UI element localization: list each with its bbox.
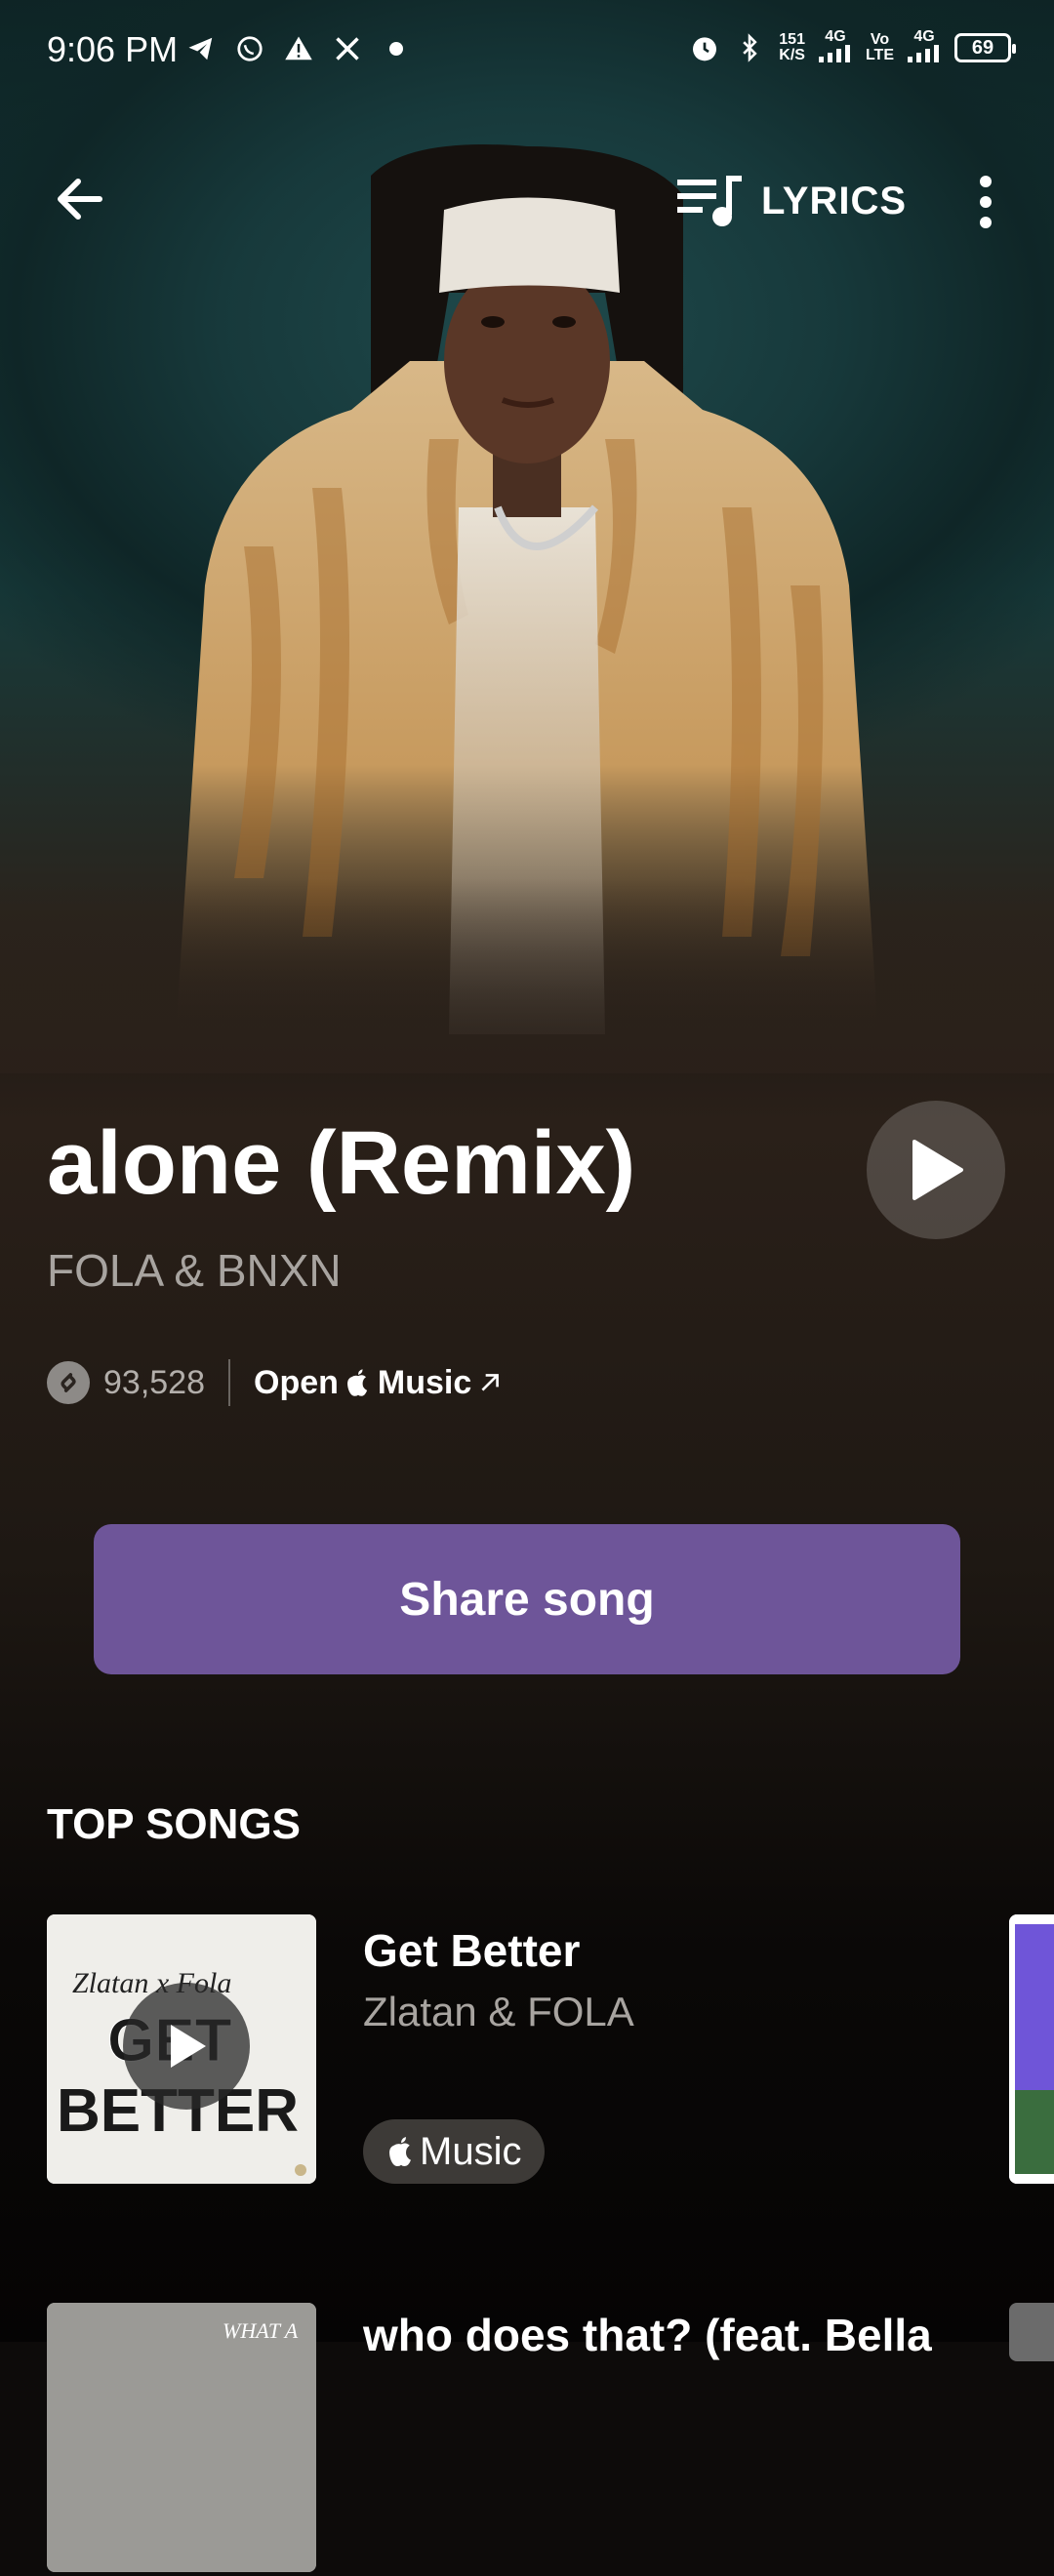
list-item[interactable]: Zlatan x Fola GET BETTER Get Better Zlat… (47, 1914, 1054, 2188)
open-label: Open (254, 1363, 339, 1401)
preview-play-button[interactable] (123, 1983, 250, 2110)
track-artist[interactable]: FOLA & BNXN (47, 1244, 342, 1297)
sim2-signal: 4G (908, 29, 941, 66)
list-item[interactable]: WHAT A who does that? (feat. Bella (47, 2303, 1054, 2576)
music-label: Music (377, 1363, 472, 1401)
shazam-count: 93,528 (103, 1363, 205, 1401)
track-meta: 93,528 Open Music (47, 1358, 503, 1407)
status-time: 9:06 PM (47, 29, 179, 69)
album-art[interactable]: WHAT A (47, 2303, 316, 2572)
arrow-left-icon (58, 179, 102, 220)
album-art-image: WHAT A (47, 2303, 316, 2572)
more-options-button[interactable] (966, 168, 1005, 236)
track-title: alone (Remix) (47, 1113, 636, 1213)
song-title[interactable]: who does that? (feat. Bella (363, 2309, 932, 2361)
more-vertical-icon (980, 176, 992, 228)
lyrics-icon (677, 176, 742, 226)
apple-logo-icon (346, 1369, 368, 1396)
back-button[interactable] (47, 166, 117, 236)
album-art[interactable]: Zlatan x Fola GET BETTER (47, 1914, 316, 2184)
external-link-icon (481, 1374, 500, 1391)
whatsapp-icon (234, 33, 265, 64)
badge-label: Music (420, 2129, 522, 2173)
battery-indicator: 69 (954, 33, 1016, 62)
network-speed: 151 K/S (779, 31, 805, 63)
svg-text:WHAT A: WHAT A (223, 2318, 299, 2343)
open-apple-music-link[interactable]: Open Music (254, 1364, 503, 1402)
volte-indicator: Vo LTE (865, 31, 894, 63)
play-button[interactable] (867, 1101, 1005, 1239)
lyrics-label: LYRICS (761, 179, 908, 222)
play-icon (912, 1140, 963, 1200)
play-icon (171, 2025, 206, 2068)
apple-logo-icon (389, 2137, 411, 2166)
warning-icon (283, 33, 314, 64)
song-title[interactable]: Get Better (363, 1924, 580, 1977)
x-icon (332, 33, 363, 64)
dot-icon (381, 33, 412, 64)
telegram-icon (185, 33, 217, 64)
bluetooth-icon (734, 32, 765, 63)
sim1-signal: 4G (818, 29, 852, 66)
next-card-art[interactable] (1009, 1914, 1054, 2184)
alarm-icon (689, 32, 720, 63)
lyrics-button[interactable]: LYRICS (673, 166, 907, 236)
status-bar: 9:06 PM 151 K/S 4G Vo LTE 4G 69 (0, 0, 1054, 98)
song-artist: Zlatan & FOLA (363, 1989, 634, 2034)
top-songs-title: TOP SONGS (47, 1800, 302, 1848)
apple-music-badge[interactable]: Music (363, 2119, 546, 2184)
next-card-art[interactable] (1009, 2303, 1054, 2361)
meta-divider (228, 1359, 230, 1406)
shazam-icon (47, 1361, 90, 1404)
album-art-image (1009, 1914, 1054, 2184)
share-song-button[interactable]: Share song (94, 1524, 960, 1674)
